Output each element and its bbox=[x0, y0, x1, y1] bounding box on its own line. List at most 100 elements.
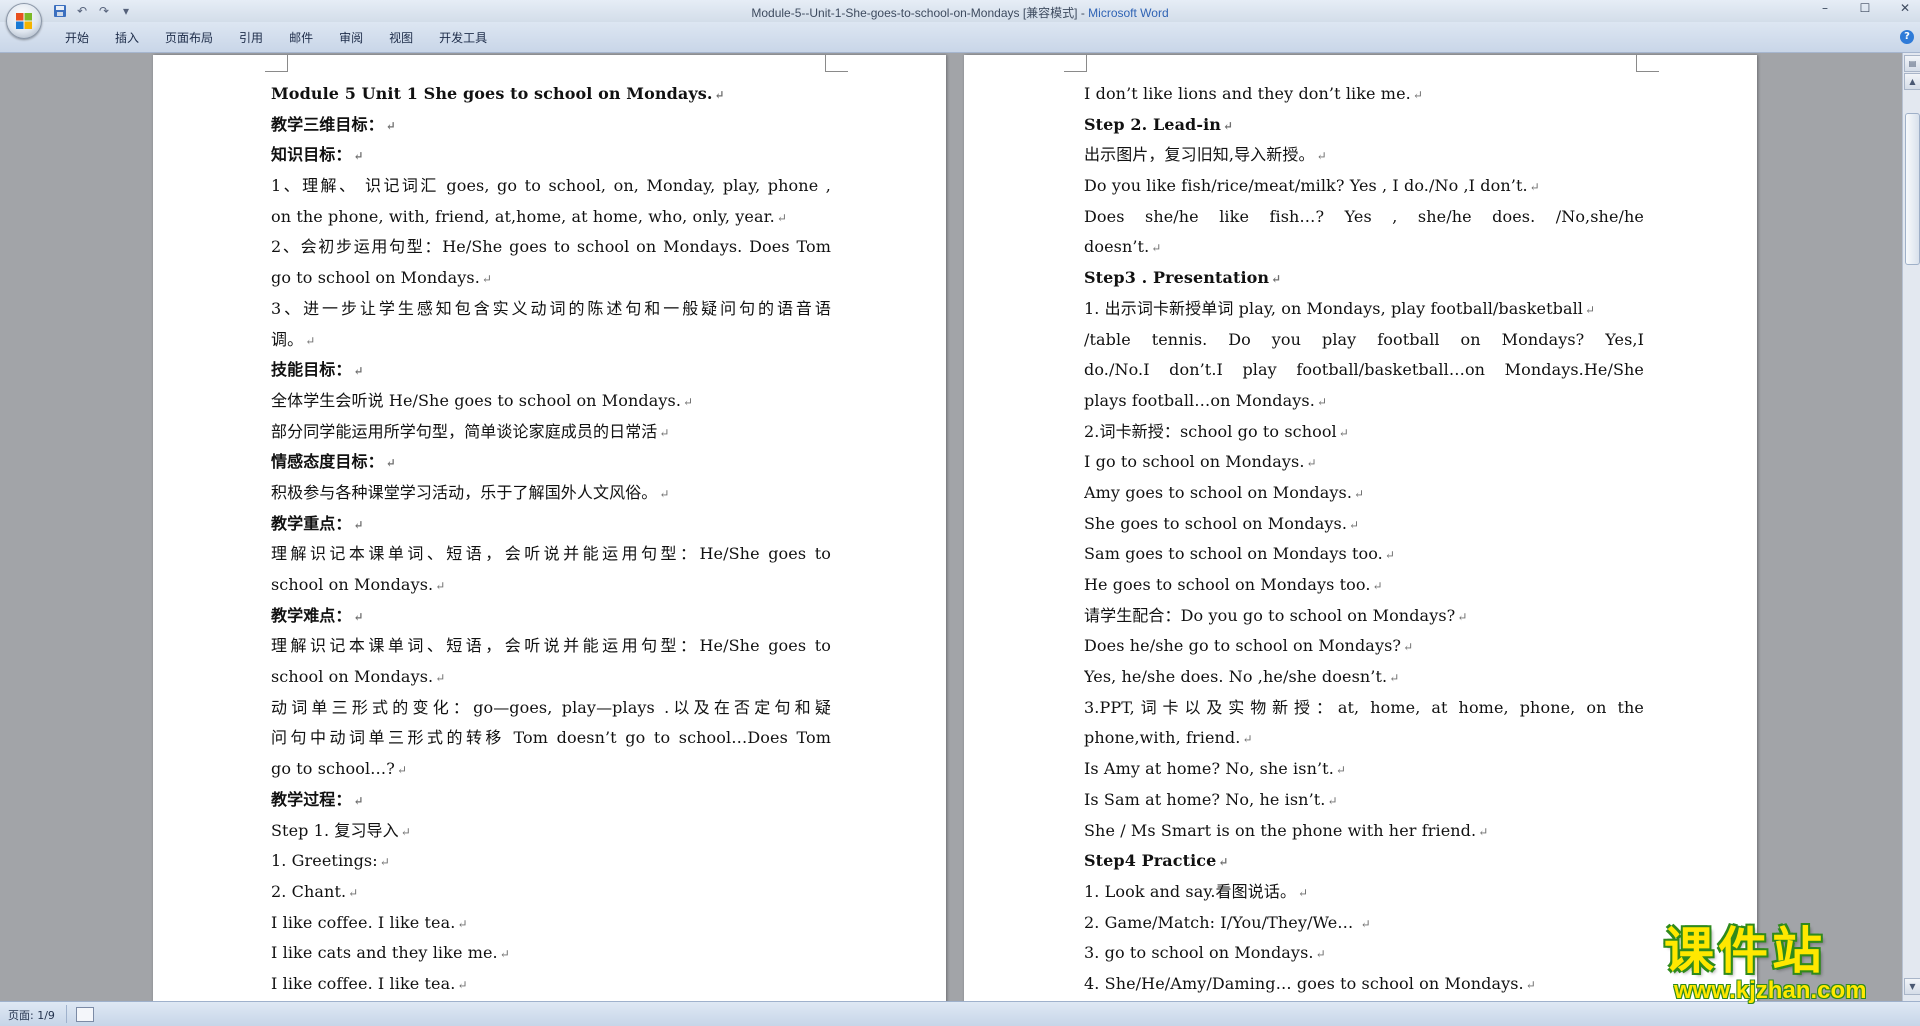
line-text: 调。 bbox=[271, 329, 304, 349]
line-text: Amy goes to school on Mondays. bbox=[1084, 482, 1353, 502]
site-watermark: 课件站 www.kjzhan.com bbox=[1664, 923, 1916, 1003]
page-text-right[interactable]: I don’t like lions and they don’t like m… bbox=[1084, 78, 1644, 999]
line-text: I like cats and they like me. bbox=[271, 943, 498, 963]
margin-mark bbox=[1636, 55, 1659, 72]
line-text: 3. go to school on Mondays. bbox=[1084, 943, 1314, 963]
line-text: 教学难点： bbox=[271, 605, 352, 625]
scroll-up-icon[interactable]: ▲ bbox=[1904, 73, 1920, 90]
watermark-title: 课件站 bbox=[1664, 922, 1826, 980]
maximize-button[interactable]: ☐ bbox=[1854, 1, 1876, 19]
line-text: 2.词卡新授：school go to school bbox=[1084, 421, 1337, 441]
paragraph-mark-icon: ↵ bbox=[1360, 916, 1371, 931]
paragraph-mark-icon: ↵ bbox=[1338, 425, 1349, 440]
tab-mailings[interactable]: 邮件 bbox=[276, 30, 326, 46]
tab-insert[interactable]: 插入 bbox=[102, 30, 152, 46]
line-text: 2. Game/Match: I/You/They/We… bbox=[1084, 912, 1359, 932]
status-bar: 页面: 1/9 bbox=[0, 1001, 1920, 1026]
paragraph-mark-icon: ↵ bbox=[1242, 732, 1253, 747]
line-text: 问句中动词单三形式的转移 Tom doesn’t go to school…Do… bbox=[271, 728, 831, 748]
paragraph-mark-icon: ↵ bbox=[1306, 456, 1317, 471]
line-text: He goes to school on Mondays too. bbox=[1084, 575, 1371, 594]
text-line: Yes, he/she does. No ,he/she doesn’t. ↵ bbox=[1084, 661, 1644, 692]
line-text: 4. She/He/Amy/Daming… goes to school on … bbox=[1084, 973, 1524, 993]
text-line: do./No.I don’t.I play football/basketbal… bbox=[1084, 354, 1644, 385]
minimize-button[interactable]: – bbox=[1814, 1, 1836, 19]
scrollbar-thumb[interactable] bbox=[1905, 113, 1920, 265]
text-line: Is Amy at home? No, she isn’t. ↵ bbox=[1084, 753, 1644, 784]
line-text: 3.PPT,词卡以及实物新授：at, home, at home, phone,… bbox=[1084, 697, 1644, 717]
paragraph-mark-icon: ↵ bbox=[1223, 118, 1234, 133]
line-text: Step3 . Presentation bbox=[1084, 268, 1270, 288]
text-line: 积极参与各种课堂学习活动，乐于了解国外人文风俗。 ↵ bbox=[271, 477, 831, 508]
tab-developer[interactable]: 开发工具 bbox=[426, 30, 500, 46]
tab-review[interactable]: 审阅 bbox=[326, 30, 376, 46]
text-line: 1、理解、 识记词汇 goes, go to school, on, Monda… bbox=[271, 170, 831, 201]
paragraph-mark-icon: ↵ bbox=[435, 671, 446, 686]
line-text: 理解识记本课单词、短语，会听说并能运用句型：He/She goes to bbox=[271, 636, 831, 656]
line-text: Module 5 Unit 1 She goes to school on Mo… bbox=[271, 84, 713, 103]
help-icon[interactable]: ? bbox=[1900, 30, 1914, 44]
app-title: Microsoft Word bbox=[1088, 6, 1169, 20]
paragraph-mark-icon: ↵ bbox=[1349, 517, 1360, 532]
line-text: Step4 Practice bbox=[1084, 851, 1217, 871]
paragraph-mark-icon: ↵ bbox=[1403, 640, 1414, 655]
text-line: school on Mondays. ↵ bbox=[271, 569, 831, 600]
office-button[interactable] bbox=[6, 3, 42, 39]
paragraph-mark-icon: ↵ bbox=[379, 855, 390, 870]
text-line: Step 1. 复习导入 ↵ bbox=[271, 815, 831, 846]
text-line: I like coffee. I like tea. ↵ bbox=[271, 968, 831, 999]
line-text: 知识目标： bbox=[271, 145, 352, 165]
tab-references[interactable]: 引用 bbox=[226, 30, 276, 46]
close-button[interactable]: ✕ bbox=[1894, 1, 1916, 19]
watermark-url: www.kjzhan.com bbox=[1674, 977, 1867, 1004]
text-line: phone,with, friend. ↵ bbox=[1084, 722, 1644, 753]
paragraph-mark-icon: ↵ bbox=[1354, 486, 1365, 501]
line-text: 技能目标： bbox=[271, 360, 352, 380]
text-line: 技能目标： ↵ bbox=[271, 354, 831, 385]
proofing-icon[interactable] bbox=[76, 1007, 94, 1022]
line-text: I go to school on Mondays. bbox=[1084, 452, 1305, 472]
text-line: Does she/he like fish…? Yes , she/he doe… bbox=[1084, 201, 1644, 232]
line-text: 部分同学能运用所学句型，简单谈论家庭成员的日常活 bbox=[271, 421, 658, 441]
paragraph-mark-icon: ↵ bbox=[385, 456, 396, 471]
text-line: 1. Greetings: ↵ bbox=[271, 845, 831, 876]
text-line: plays football…on Mondays. ↵ bbox=[1084, 385, 1644, 416]
line-text: school on Mondays. bbox=[271, 575, 434, 594]
text-line: I like coffee. I like tea. ↵ bbox=[271, 907, 831, 938]
text-line: I don’t like lions and they don’t like m… bbox=[1084, 78, 1644, 109]
margin-mark bbox=[265, 55, 288, 72]
page-text-left[interactable]: Module 5 Unit 1 She goes to school on Mo… bbox=[271, 78, 831, 999]
page-count[interactable]: 页面: 1/9 bbox=[8, 1007, 55, 1023]
text-line: 出示图片，复习旧知,导入新授。 ↵ bbox=[1084, 139, 1644, 170]
text-line: 3. go to school on Mondays. ↵ bbox=[1084, 937, 1644, 968]
line-text: plays football…on Mondays. bbox=[1084, 390, 1315, 410]
text-line: Module 5 Unit 1 She goes to school on Mo… bbox=[271, 78, 831, 109]
page-right: I don’t like lions and they don’t like m… bbox=[964, 55, 1757, 1001]
status-divider bbox=[66, 1005, 67, 1023]
line-text: on the phone, with, friend, at,home, at … bbox=[271, 206, 775, 226]
text-line: Sam goes to school on Mondays too. ↵ bbox=[1084, 538, 1644, 569]
line-text: 全体学生会听说 He/She goes to school on Mondays… bbox=[271, 390, 682, 410]
tab-home[interactable]: 开始 bbox=[52, 30, 102, 46]
text-line: 教学过程： ↵ bbox=[271, 784, 831, 815]
text-line: 教学重点： ↵ bbox=[271, 508, 831, 539]
tab-page-layout[interactable]: 页面布局 bbox=[152, 30, 226, 46]
vertical-scrollbar[interactable]: ▤ ▲ ▼ bbox=[1902, 53, 1920, 1001]
line-text: Is Amy at home? No, she isn’t. bbox=[1084, 759, 1334, 779]
line-text: 2、会初步运用句型：He/She goes to school on Monda… bbox=[271, 237, 831, 257]
paragraph-mark-icon: ↵ bbox=[683, 394, 694, 409]
paragraph-mark-icon: ↵ bbox=[396, 763, 408, 778]
text-line: 2、会初步运用句型：He/She goes to school on Monda… bbox=[271, 231, 831, 262]
text-line: on the phone, with, friend, at,home, at … bbox=[271, 201, 831, 232]
line-text: Is Sam at home? No, he isn’t. bbox=[1084, 789, 1326, 809]
text-line: 动词单三形式的变化：go—goes, play—plays .以及在否定句和疑 bbox=[271, 692, 831, 723]
document-title: Module-5--Unit-1-She-goes-to-school-on-M… bbox=[751, 6, 1089, 20]
line-text: go to school…? bbox=[271, 759, 395, 779]
text-line: 请学生配合：Do you go to school on Mondays? ↵ bbox=[1084, 600, 1644, 631]
tab-view[interactable]: 视图 bbox=[376, 30, 426, 46]
text-line: She / Ms Smart is on the phone with her … bbox=[1084, 815, 1644, 846]
ribbon-tabs: 开始 插入 页面布局 引用 邮件 审阅 视图 开发工具 ? bbox=[0, 22, 1920, 53]
title-bar: ↶ ↷ ▾ Module-5--Unit-1-She-goes-to-schoo… bbox=[0, 0, 1920, 22]
ruler-toggle-icon[interactable]: ▤ bbox=[1904, 55, 1920, 72]
text-line: Amy goes to school on Mondays. ↵ bbox=[1084, 477, 1644, 508]
